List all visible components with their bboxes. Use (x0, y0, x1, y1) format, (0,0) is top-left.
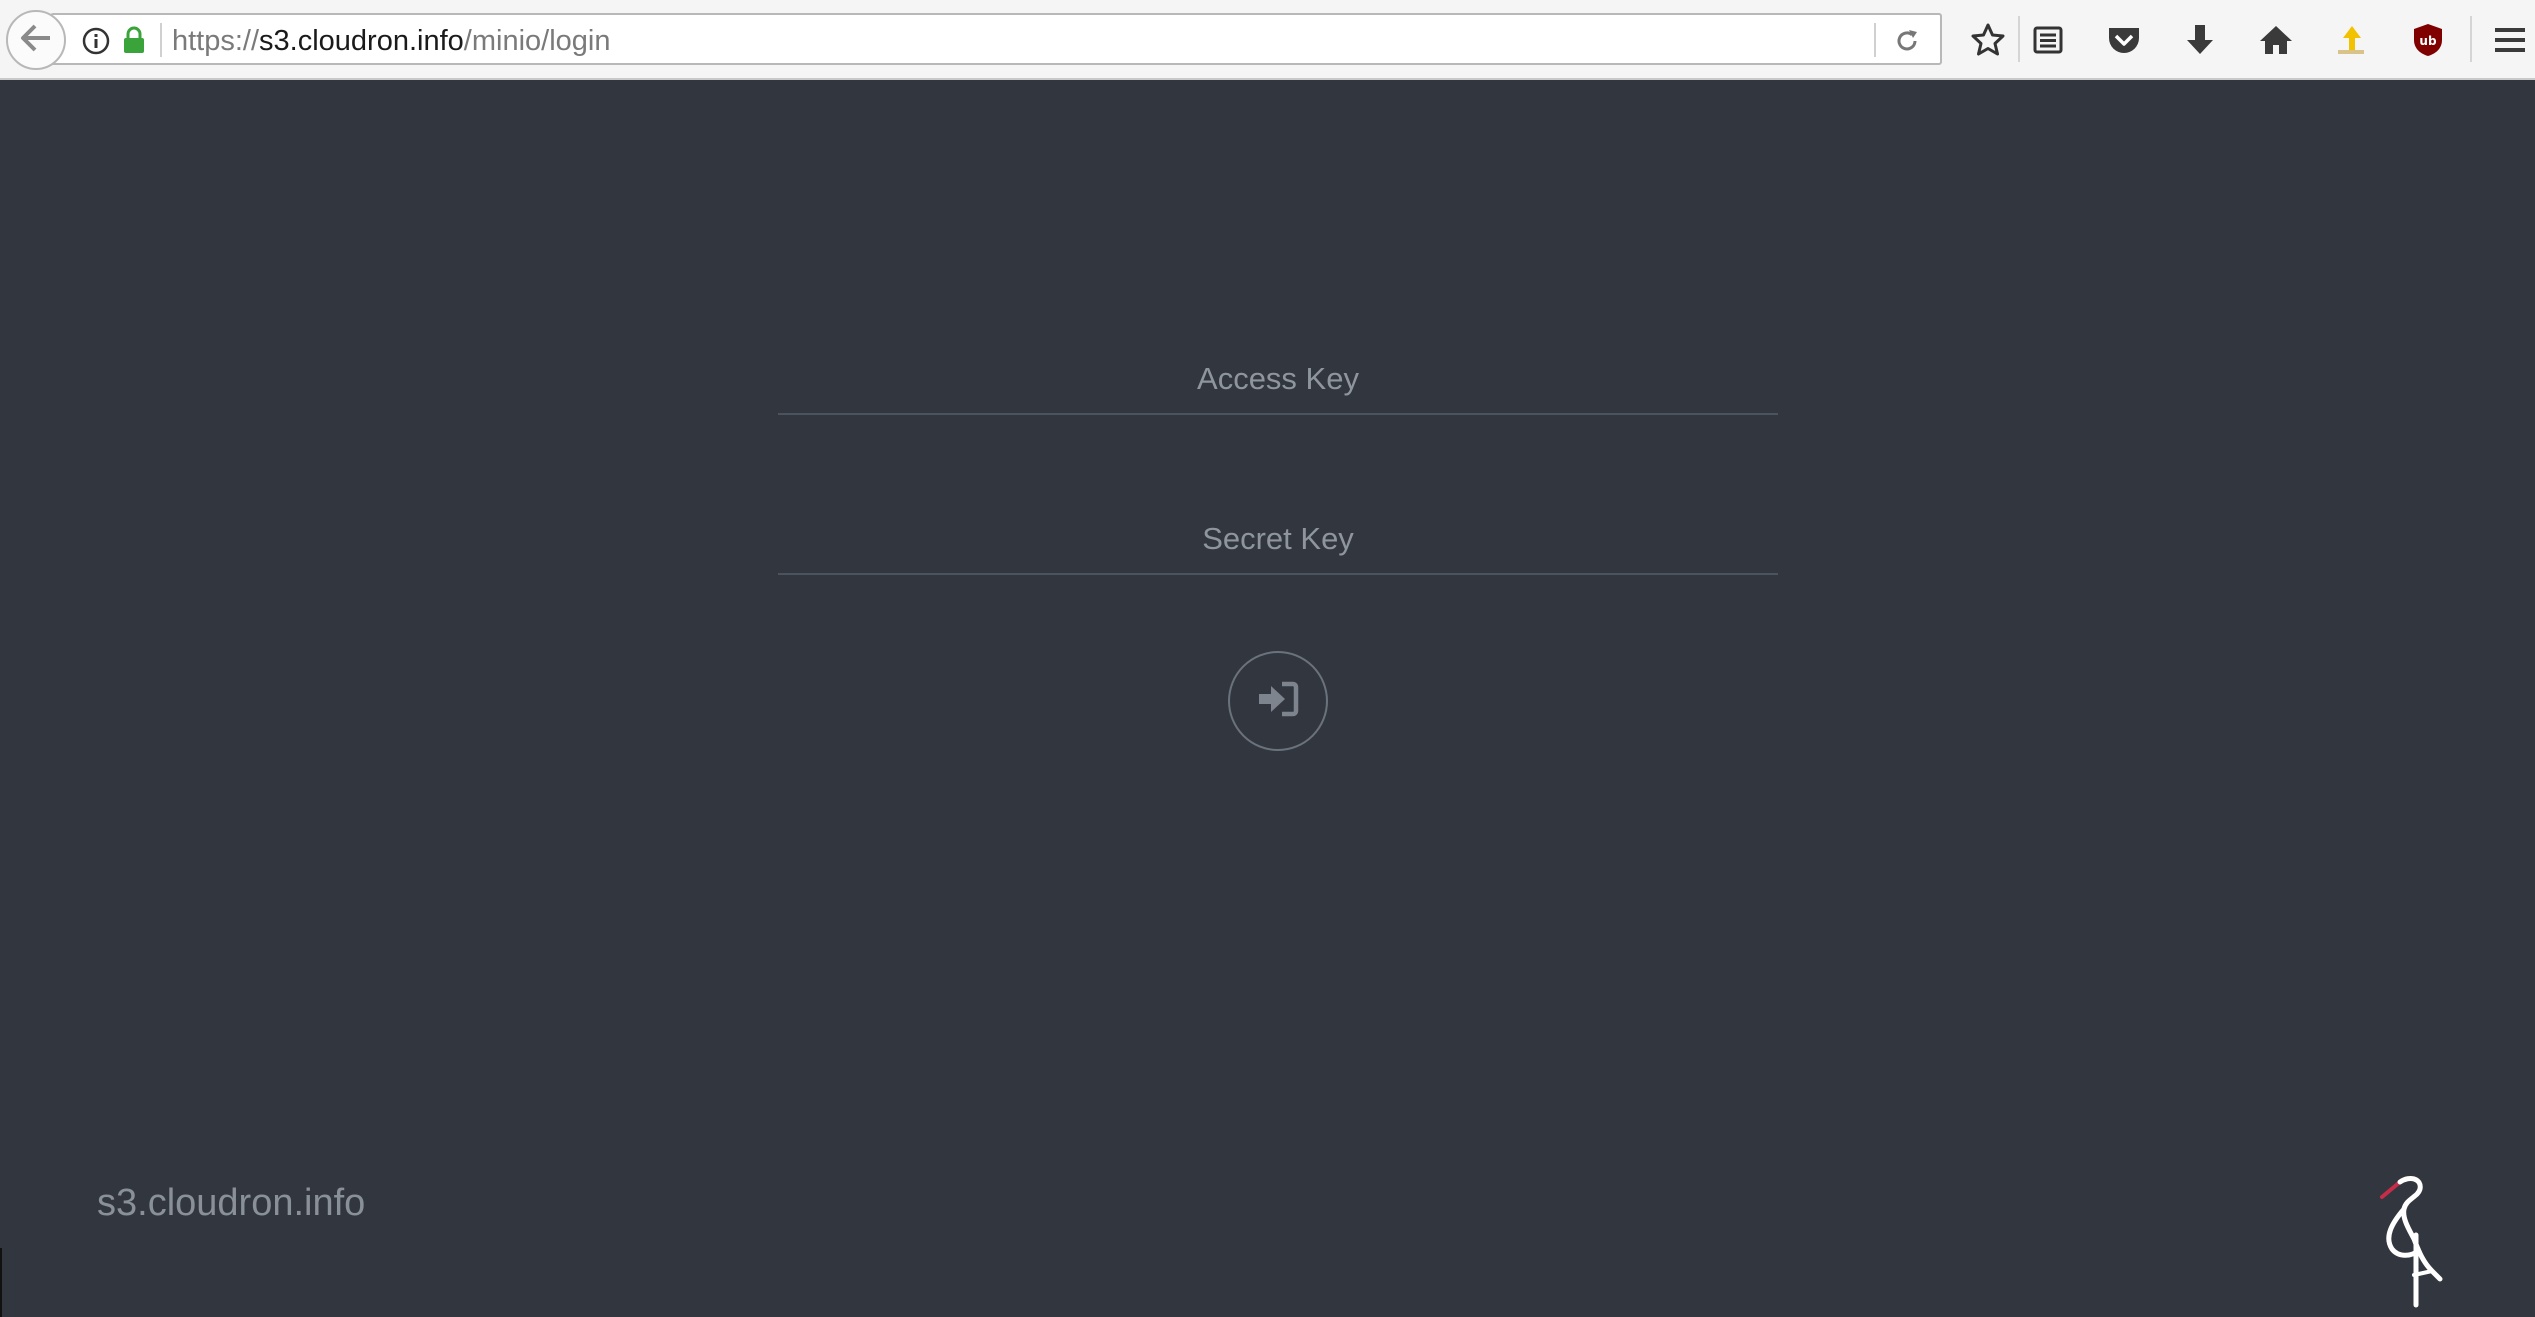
url-scheme: https:// (172, 25, 260, 57)
window-edge-mark (0, 1248, 2, 1317)
ublock-icon[interactable]: ub (2406, 18, 2450, 62)
url-bar[interactable]: https://s3.cloudron.info/minio/login (50, 13, 1942, 65)
url-text[interactable]: https://s3.cloudron.info/minio/login (172, 21, 610, 61)
url-divider (160, 23, 162, 57)
home-icon[interactable] (2254, 18, 2298, 62)
access-key-field (778, 345, 1778, 415)
toolbar-separator (2018, 16, 2020, 62)
footer-hostname: s3.cloudron.info (97, 1182, 366, 1224)
star-icon[interactable] (1966, 18, 2010, 62)
back-button[interactable] (6, 10, 66, 70)
info-icon[interactable] (82, 27, 110, 55)
minio-logo (2370, 1175, 2460, 1310)
url-path: /minio/login (463, 25, 611, 57)
secret-key-field (778, 505, 1778, 575)
access-key-input[interactable] (778, 345, 1778, 413)
sign-in-icon (1256, 679, 1300, 723)
secret-key-input[interactable] (778, 505, 1778, 573)
reload-divider (1874, 23, 1876, 57)
login-page: s3.cloudron.info (0, 80, 2535, 1317)
url-host: s3.cloudron.info (259, 25, 464, 57)
login-button[interactable] (1228, 651, 1328, 751)
browser-toolbar: https://s3.cloudron.info/minio/login ub (0, 0, 2535, 80)
svg-text:ub: ub (2419, 34, 2437, 48)
back-arrow-icon (19, 23, 53, 57)
reload-icon[interactable] (1890, 24, 1924, 58)
toolbar-separator (2470, 16, 2472, 62)
pocket-icon[interactable] (2102, 18, 2146, 62)
reading-list-icon[interactable] (2026, 18, 2070, 62)
hamburger-menu-icon[interactable] (2488, 18, 2532, 62)
lock-icon[interactable] (122, 25, 146, 55)
download-icon[interactable] (2178, 18, 2222, 62)
extension-icon[interactable] (2330, 18, 2374, 62)
